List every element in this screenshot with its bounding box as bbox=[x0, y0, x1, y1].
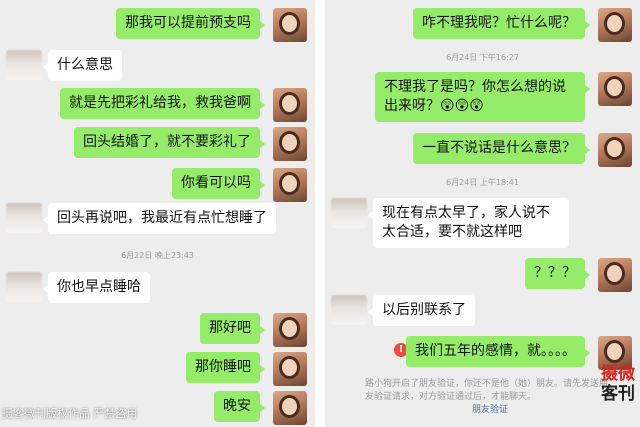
my-avatar[interactable] bbox=[273, 88, 307, 122]
contact-avatar[interactable] bbox=[6, 50, 42, 80]
my-avatar[interactable] bbox=[598, 258, 632, 292]
friend-verification-link[interactable]: 朋友验证 bbox=[365, 404, 615, 417]
my-message-bubble[interactable]: 就是先把彩礼给我，救我爸啊 bbox=[60, 88, 265, 119]
my-message-bubble[interactable]: ？？？ bbox=[525, 258, 590, 289]
my-message-bubble[interactable]: 我们五年的感情，就。。。。 bbox=[406, 336, 590, 367]
contact-message-bubble[interactable]: 现在有点太早了，家人说不太合适，要不就这样吧 bbox=[368, 198, 569, 248]
my-avatar[interactable] bbox=[598, 8, 632, 42]
logo-line-1: 摄微 bbox=[601, 364, 635, 384]
my-message-bubble[interactable]: 那我可以提前预支吗 bbox=[116, 8, 265, 39]
my-message-bubble[interactable]: 晚安 bbox=[214, 391, 265, 422]
left-chat-panel[interactable]: 那我可以提前预支吗 什么意思 就是先把彩礼给我，救我爸啊 回头结婚了，就不要彩礼… bbox=[0, 0, 315, 427]
right-chat-panel[interactable]: 咋不理我呢？忙什么呢？ 6月24日 下午16:27 不理我了是吗？你怎么想的说出… bbox=[325, 0, 640, 427]
my-avatar[interactable] bbox=[273, 127, 307, 161]
contact-avatar[interactable] bbox=[6, 203, 42, 233]
my-message-bubble[interactable]: 那好吧 bbox=[200, 313, 265, 344]
my-message-bubble[interactable]: 那你睡吧 bbox=[186, 352, 265, 383]
my-avatar[interactable] bbox=[598, 72, 632, 106]
message-timestamp: 6月24日 下午16:27 bbox=[446, 53, 519, 62]
my-message-bubble[interactable]: 一直不说话是什么意思？ bbox=[413, 133, 590, 164]
contact-message-bubble[interactable]: 回头再说吧，我最近有点忙想睡了 bbox=[43, 203, 276, 234]
my-avatar[interactable] bbox=[273, 8, 307, 42]
message-timestamp: 6月22日 晚上23:43 bbox=[121, 251, 194, 260]
contact-avatar[interactable] bbox=[331, 198, 367, 228]
message-timestamp: 6月24日 上午18:41 bbox=[446, 178, 519, 187]
my-message-bubble[interactable]: 你看可以吗 bbox=[172, 168, 265, 199]
my-message-bubble[interactable]: 不理我了是吗？你怎么想的说出来呀？😲😲😲 bbox=[375, 72, 590, 122]
my-avatar[interactable] bbox=[598, 133, 632, 167]
contact-message-bubble[interactable]: 什么意思 bbox=[43, 50, 122, 81]
contact-avatar[interactable] bbox=[6, 272, 42, 302]
my-avatar[interactable] bbox=[273, 168, 307, 202]
contact-message-bubble[interactable]: 你也早点睡哈 bbox=[43, 272, 150, 303]
brand-logo: 摄微 客刊 bbox=[598, 364, 638, 424]
my-avatar[interactable] bbox=[273, 352, 307, 386]
logo-line-2: 客刊 bbox=[601, 384, 635, 404]
my-message-bubble[interactable]: 咋不理我呢？忙什么呢？ bbox=[413, 8, 590, 39]
my-avatar[interactable] bbox=[273, 313, 307, 347]
system-notice-text: 路小狗开启了朋友验证，你还不是他（她）朋友。请先发送朋友验证请求，对方验证通过后… bbox=[365, 379, 609, 402]
contact-message-bubble[interactable]: 以后别联系了 bbox=[368, 295, 475, 326]
copyright-watermark: 摄客微刊版权作品 严禁盗用 bbox=[2, 407, 138, 420]
my-message-bubble[interactable]: 回头结婚了，就不要彩礼了 bbox=[74, 127, 265, 158]
my-avatar[interactable] bbox=[273, 391, 307, 425]
system-notice: 路小狗开启了朋友验证，你还不是他（她）朋友。请先发送朋友验证请求，对方验证通过后… bbox=[365, 378, 615, 417]
contact-avatar[interactable] bbox=[331, 295, 367, 325]
